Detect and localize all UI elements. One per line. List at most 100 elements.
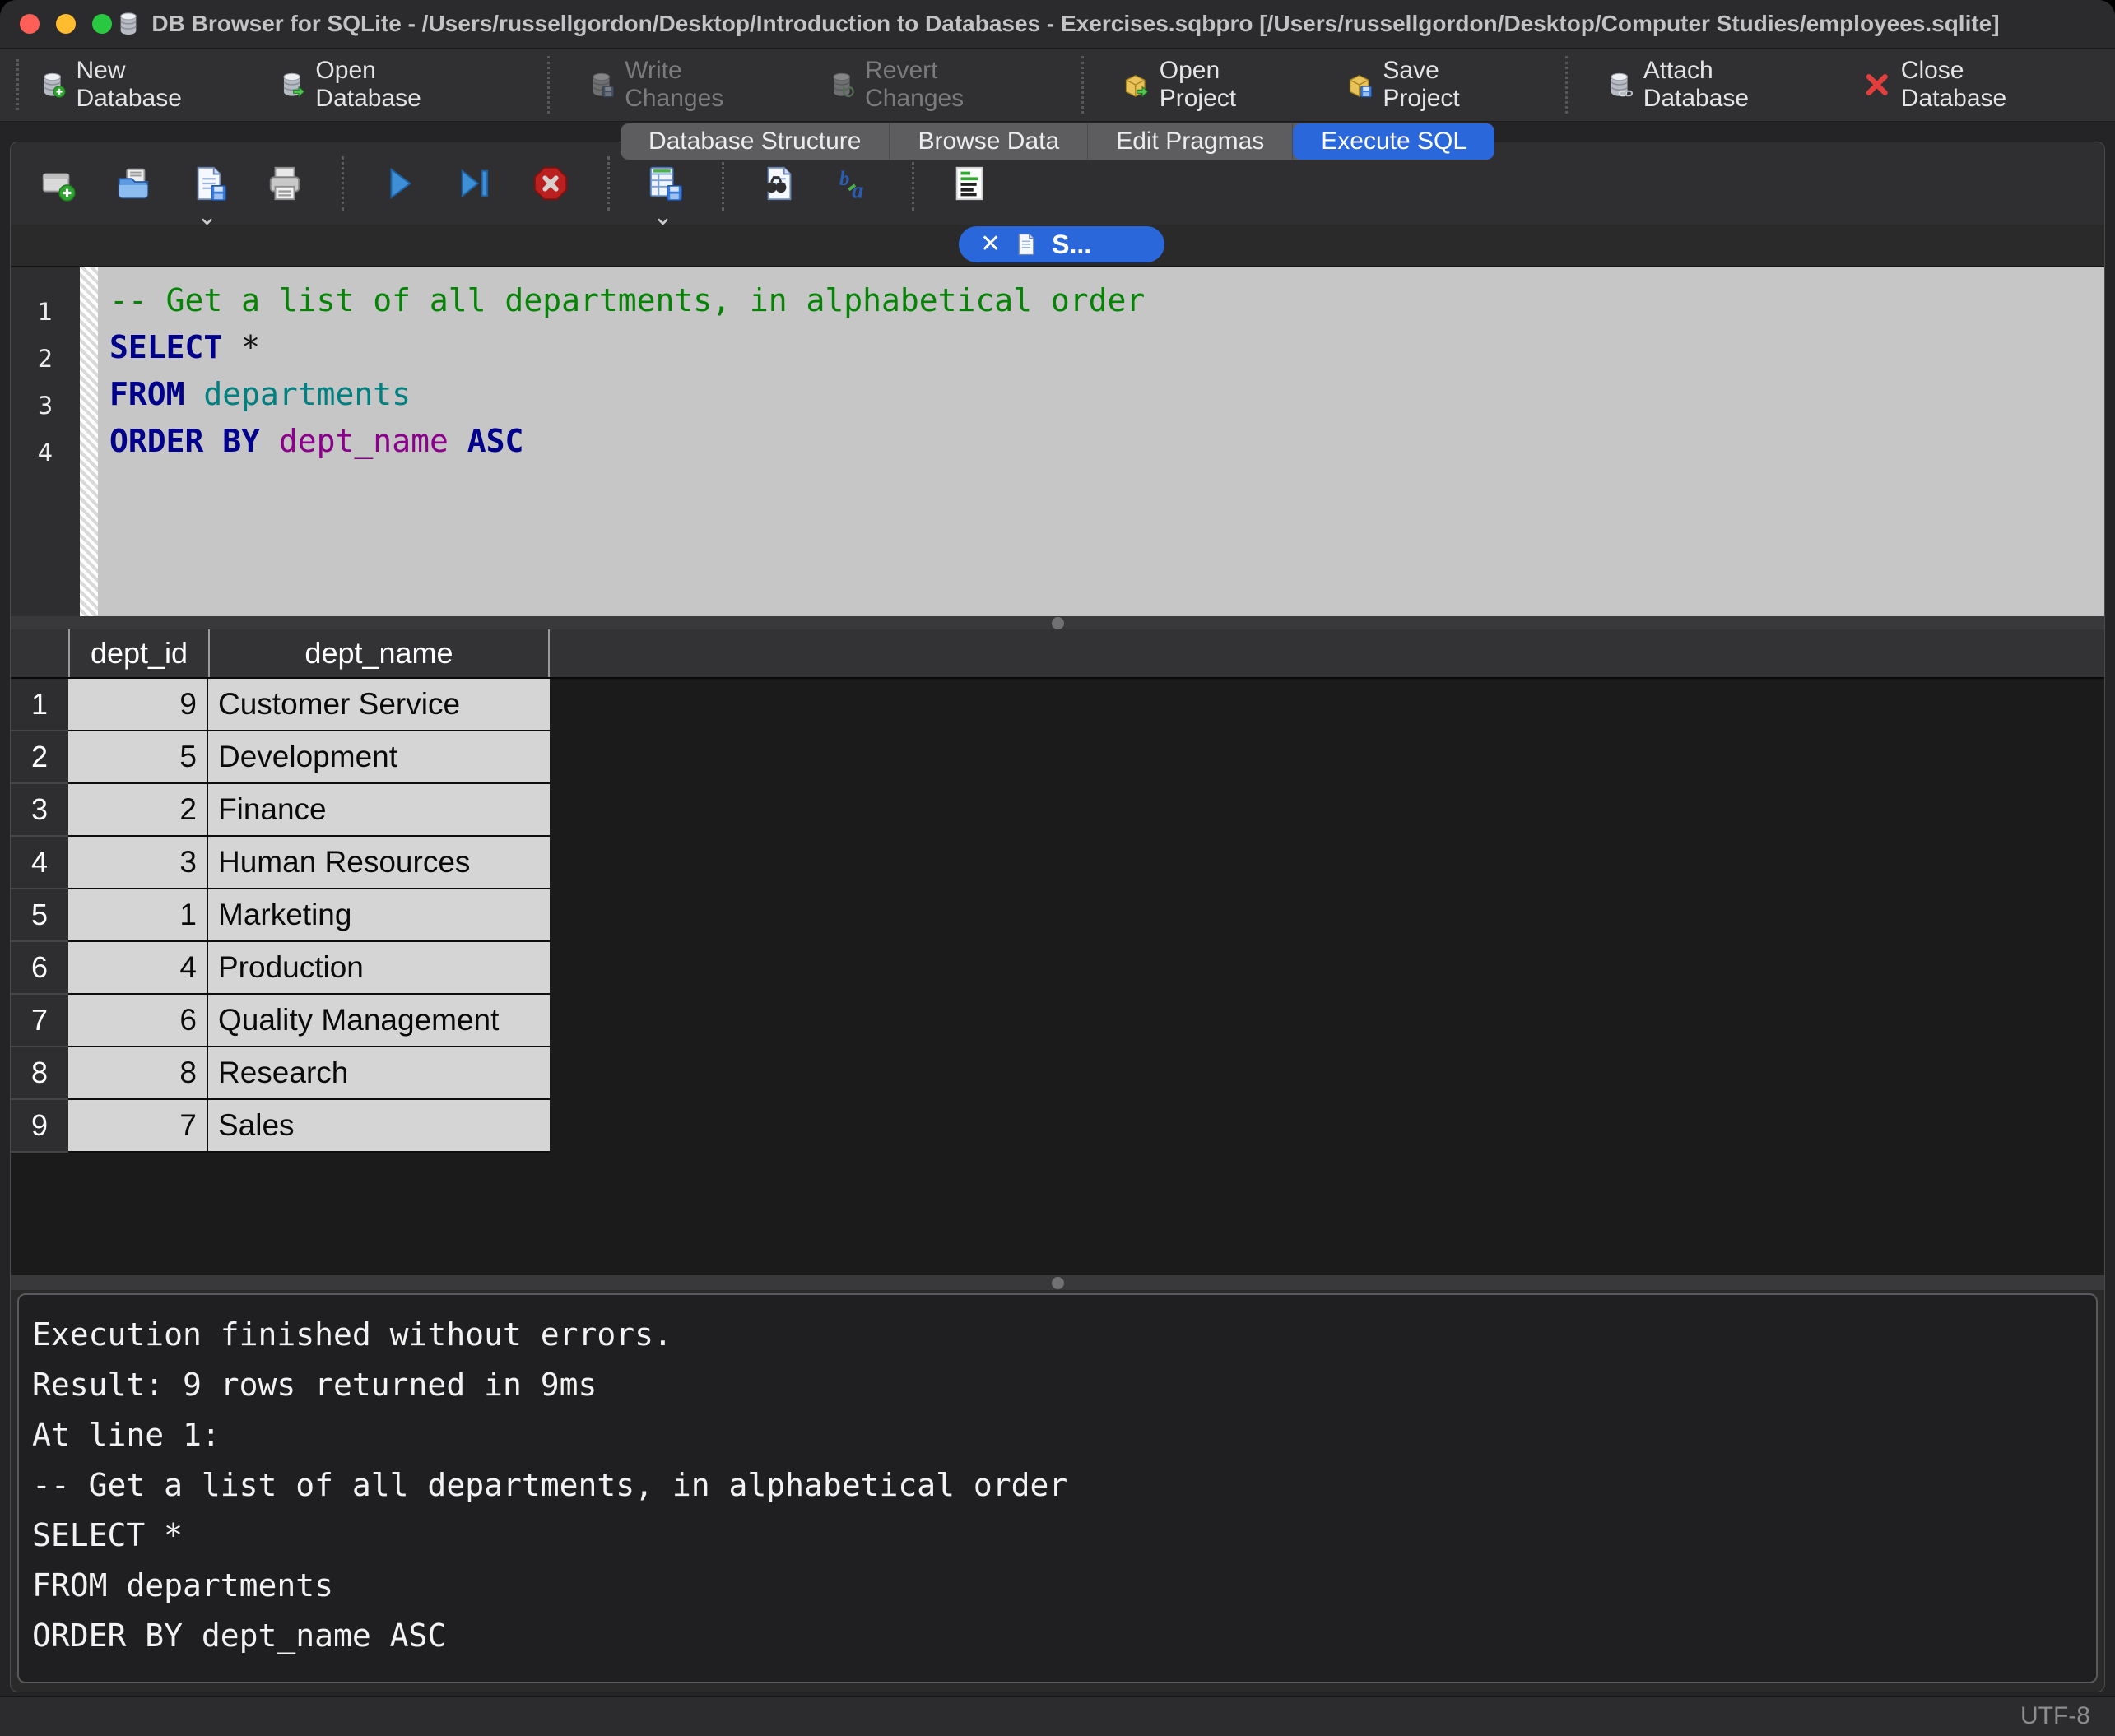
code-line: ORDER BY dept_name ASC [109,418,2104,465]
open-database-button[interactable]: Open Database ⌄ [278,57,468,113]
log-line: Result: 9 rows returned in 9ms [32,1360,2096,1410]
row-number[interactable]: 6 [11,942,68,995]
sql-tab-strip: ✕ S... [11,225,2104,266]
row-number[interactable]: 3 [11,784,68,837]
sql-toolbar-separator [722,156,724,211]
tab-execute-sql[interactable]: Execute SQL [1293,123,1494,160]
new-sql-tab-icon[interactable] [39,165,77,202]
zoom-window-button[interactable] [92,14,112,34]
code-line: SELECT * [109,324,2104,371]
cell-dept-name[interactable]: Marketing [208,889,550,942]
encoding-indicator[interactable]: UTF-8 [2020,1702,2090,1730]
find-in-sql-icon[interactable] [760,165,798,202]
close-window-button[interactable] [20,14,40,34]
cell-dept-name[interactable]: Finance [208,784,550,837]
sql-tab[interactable]: ✕ S... [959,226,1164,262]
cell-dept-name[interactable]: Development [208,731,550,784]
cell-dept-id[interactable]: 7 [68,1100,208,1153]
execution-log[interactable]: Execution finished without errors.Result… [17,1293,2098,1683]
table-row: 19Customer Service [11,679,2104,731]
sql-editor[interactable]: 1234 -- Get a list of all departments, i… [11,266,2104,616]
open-sql-file-icon[interactable] [114,165,152,202]
cell-dept-name[interactable]: Production [208,942,550,995]
splitter-handle-icon [1052,617,1064,629]
column-header-dept-name[interactable]: dept_name [208,629,550,677]
cell-dept-id[interactable]: 5 [68,731,208,784]
window-title: DB Browser for SQLite - /Users/russellgo… [151,11,1999,37]
cell-dept-name[interactable]: Sales [208,1100,550,1153]
table-row: 32Finance [11,784,2104,837]
row-number[interactable]: 1 [11,679,68,731]
minimize-window-button[interactable] [56,14,76,34]
row-number[interactable]: 4 [11,837,68,889]
database-write-icon [588,69,615,100]
tab-edit-pragmas[interactable]: Edit Pragmas [1088,123,1293,160]
line-number: 3 [11,383,80,429]
write-changes-label: Write Changes [625,57,768,113]
database-new-icon [39,69,66,100]
attach-database-button[interactable]: Attach Database [1606,57,1804,113]
header-row-number-corner [11,629,68,677]
open-project-button[interactable]: Open Project [1122,57,1286,113]
cell-dept-name[interactable]: Customer Service [208,679,550,731]
sql-toolbar-separator [342,156,344,211]
row-number[interactable]: 7 [11,995,68,1047]
close-database-button[interactable]: Close Database [1863,57,2056,113]
line-number: 2 [11,336,80,383]
cell-dept-id[interactable]: 4 [68,942,208,995]
cell-dept-name[interactable]: Quality Management [208,995,550,1047]
cell-dept-id[interactable]: 6 [68,995,208,1047]
results-rows: 19Customer Service25Development32Finance… [11,679,2104,1275]
cell-dept-id[interactable]: 9 [68,679,208,731]
new-database-button[interactable]: New Database [39,57,219,113]
main-toolbar: New Database Open Database ⌄ Write Chang… [0,49,2115,122]
sql-toolbar-separator [912,156,914,211]
execute-all-icon[interactable] [380,165,418,202]
save-results-icon[interactable]: ⌄ [646,165,684,202]
column-header-dept-id[interactable]: dept_id [68,629,208,677]
row-number[interactable]: 2 [11,731,68,784]
save-project-button[interactable]: Save Project [1346,57,1506,113]
editor-code[interactable]: -- Get a list of all departments, in alp… [98,267,2104,616]
results-log-splitter[interactable] [11,1275,2104,1290]
open-project-label: Open Project [1160,57,1286,113]
attach-database-label: Attach Database [1643,57,1805,113]
cell-dept-id[interactable]: 2 [68,784,208,837]
execute-current-line-icon[interactable] [456,165,494,202]
editor-results-splitter[interactable] [11,616,2104,629]
row-number[interactable]: 9 [11,1100,68,1153]
save-sql-file-icon[interactable]: ⌄ [190,165,228,202]
stop-execution-icon[interactable] [532,165,569,202]
save-results-dropdown-chevron-icon[interactable]: ⌄ [653,212,673,222]
auto-completion-icon[interactable] [836,165,874,202]
sql-toolbar-separator [607,156,610,211]
table-row: 97Sales [11,1100,2104,1153]
database-open-icon [278,69,306,100]
row-number[interactable]: 5 [11,889,68,942]
write-changes-button[interactable]: Write Changes [588,57,769,113]
save-project-label: Save Project [1383,57,1506,113]
code-line: FROM departments [109,371,2104,418]
code-line: -- Get a list of all departments, in alp… [109,277,2104,324]
tab-database-structure[interactable]: Database Structure [621,123,890,160]
show-log-icon[interactable] [951,165,988,202]
close-sql-tab-icon[interactable]: ✕ [980,232,1001,257]
revert-changes-button[interactable]: Revert Changes [828,57,1023,113]
cell-dept-name[interactable]: Human Resources [208,837,550,889]
cell-dept-id[interactable]: 1 [68,889,208,942]
cell-dept-id[interactable]: 3 [68,837,208,889]
toolbar-separator [1081,56,1084,114]
execute-sql-panel: ⌄ ⌄ ✕ S... [10,142,2105,1692]
cell-dept-id[interactable]: 8 [68,1047,208,1100]
results-header-row: dept_id dept_name [11,629,2104,679]
cell-dept-name[interactable]: Research [208,1047,550,1100]
line-number: 1 [11,289,80,336]
print-icon[interactable] [266,165,304,202]
new-database-label: New Database [76,57,218,113]
app-database-icon [115,11,142,37]
traffic-lights [0,14,112,34]
row-number[interactable]: 8 [11,1047,68,1100]
log-line: At line 1: [32,1410,2096,1460]
tab-browse-data[interactable]: Browse Data [890,123,1088,160]
save-sql-dropdown-chevron-icon[interactable]: ⌄ [197,212,217,222]
